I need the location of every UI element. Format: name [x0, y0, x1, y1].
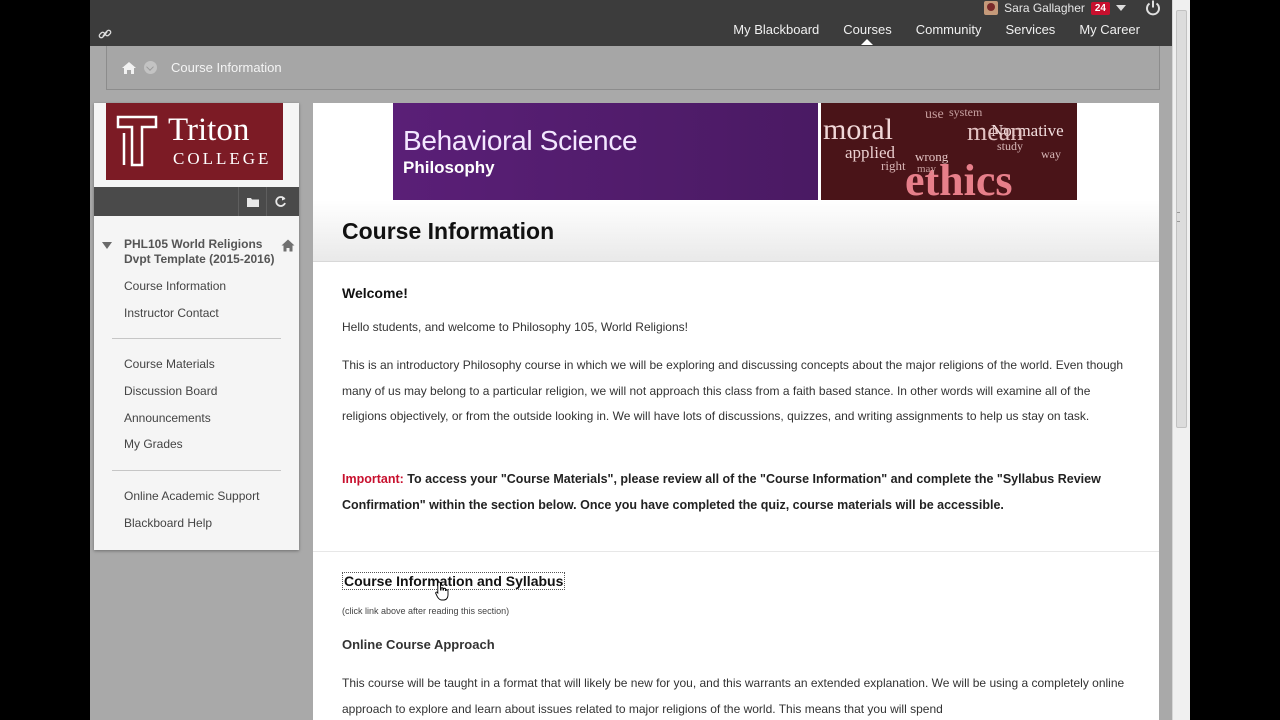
breadcrumb-current: Course Information: [171, 60, 282, 75]
word-cloud-word: may: [917, 163, 936, 175]
refresh-icon: [275, 196, 286, 207]
approach-paragraph: This course will be taught in a format t…: [342, 676, 1125, 716]
hand-cursor-icon: [435, 581, 449, 601]
important-text: To access your "Course Materials", pleas…: [342, 472, 1101, 512]
menu-divider: [112, 470, 281, 471]
top-bar: Sara Gallagher 24 My Blackboard Courses …: [90, 0, 1172, 46]
page-header: Course Information: [313, 200, 1159, 262]
menu-blackboard-help[interactable]: Blackboard Help: [124, 516, 212, 530]
banner-title: Behavioral Science: [403, 125, 638, 156]
nav-services[interactable]: Services: [993, 22, 1067, 44]
nav-courses[interactable]: Courses: [831, 22, 903, 45]
content-area: Behavioral Science Philosophy moral appl…: [313, 103, 1159, 720]
section-divider: [313, 551, 1159, 552]
home-icon[interactable]: [121, 61, 137, 75]
course-information-syllabus-link[interactable]: Course Information and Syllabus: [342, 572, 566, 590]
course-menu: Triton COLLEGE PHL105 World Religions Dv…: [94, 103, 299, 550]
avatar: [984, 1, 999, 15]
word-cloud-word: mean: [967, 117, 1024, 146]
breadcrumb: Course Information: [106, 46, 1160, 90]
menu-my-grades[interactable]: My Grades: [124, 437, 183, 451]
welcome-heading: Welcome!: [342, 285, 408, 301]
menu-course-information[interactable]: Course Information: [124, 279, 226, 293]
folder-view-button[interactable]: [238, 187, 266, 216]
collapse-course-icon[interactable]: [102, 242, 112, 249]
page-title: Course Information: [342, 218, 555, 244]
word-cloud-image: moral applied right wrong Normative stud…: [821, 103, 1077, 200]
nav-community[interactable]: Community: [904, 22, 994, 44]
logo-text-college: COLLEGE: [173, 149, 272, 168]
word-cloud-word: use: [925, 107, 944, 122]
banner-subtitle: Philosophy: [403, 158, 495, 177]
important-label: Important:: [342, 472, 404, 486]
notification-badge[interactable]: 24: [1090, 1, 1110, 15]
word-cloud-word: moral: [823, 113, 893, 146]
word-cloud-word: right: [881, 158, 906, 173]
nav-my-career[interactable]: My Career: [1067, 22, 1152, 44]
logo-mark: [116, 115, 158, 167]
scrollbar-grip: [1177, 212, 1180, 222]
top-nav: My Blackboard Courses Community Services…: [721, 22, 1152, 45]
nav-my-blackboard[interactable]: My Blackboard: [721, 22, 831, 44]
course-home-icon[interactable]: [281, 239, 295, 252]
folder-icon: [246, 197, 259, 207]
link-icon[interactable]: [98, 27, 112, 41]
refresh-button[interactable]: [266, 187, 294, 216]
banner-title-panel: Behavioral Science Philosophy: [393, 103, 818, 200]
menu-course-materials[interactable]: Course Materials: [124, 357, 215, 371]
important-notice: Important: To access your "Course Materi…: [342, 467, 1132, 518]
menu-online-academic-support[interactable]: Online Academic Support: [124, 489, 259, 503]
breadcrumb-menu-icon[interactable]: [144, 61, 157, 74]
user-menu[interactable]: Sara Gallagher 24: [984, 0, 1162, 16]
chevron-down-icon[interactable]: [1116, 5, 1126, 11]
approach-heading: Online Course Approach: [342, 637, 495, 652]
syllabus-note: (click link above after reading this sec…: [342, 606, 510, 616]
word-cloud-word: ethics: [905, 156, 1013, 200]
menu-toolbar: [94, 187, 299, 216]
intro-paragraph: This is an introductory Philosophy cours…: [342, 358, 1124, 423]
word-cloud-word: way: [1041, 147, 1061, 161]
hello-text: Hello students, and welcome to Philosoph…: [342, 320, 688, 334]
menu-divider: [112, 338, 281, 339]
logo-text-triton: Triton: [168, 112, 250, 148]
user-name: Sara Gallagher: [1004, 1, 1085, 15]
power-icon[interactable]: [1144, 0, 1162, 17]
course-banner: Behavioral Science Philosophy moral appl…: [393, 103, 1077, 200]
triton-college-logo: Triton COLLEGE: [106, 103, 283, 180]
menu-announcements[interactable]: Announcements: [124, 411, 211, 425]
menu-discussion-board[interactable]: Discussion Board: [124, 384, 217, 398]
course-name[interactable]: PHL105 World Religions Dvpt Template (20…: [124, 237, 284, 267]
menu-instructor-contact[interactable]: Instructor Contact: [124, 306, 219, 320]
vertical-scrollbar[interactable]: [1172, 0, 1190, 720]
browser-viewport: Sara Gallagher 24 My Blackboard Courses …: [90, 0, 1190, 720]
